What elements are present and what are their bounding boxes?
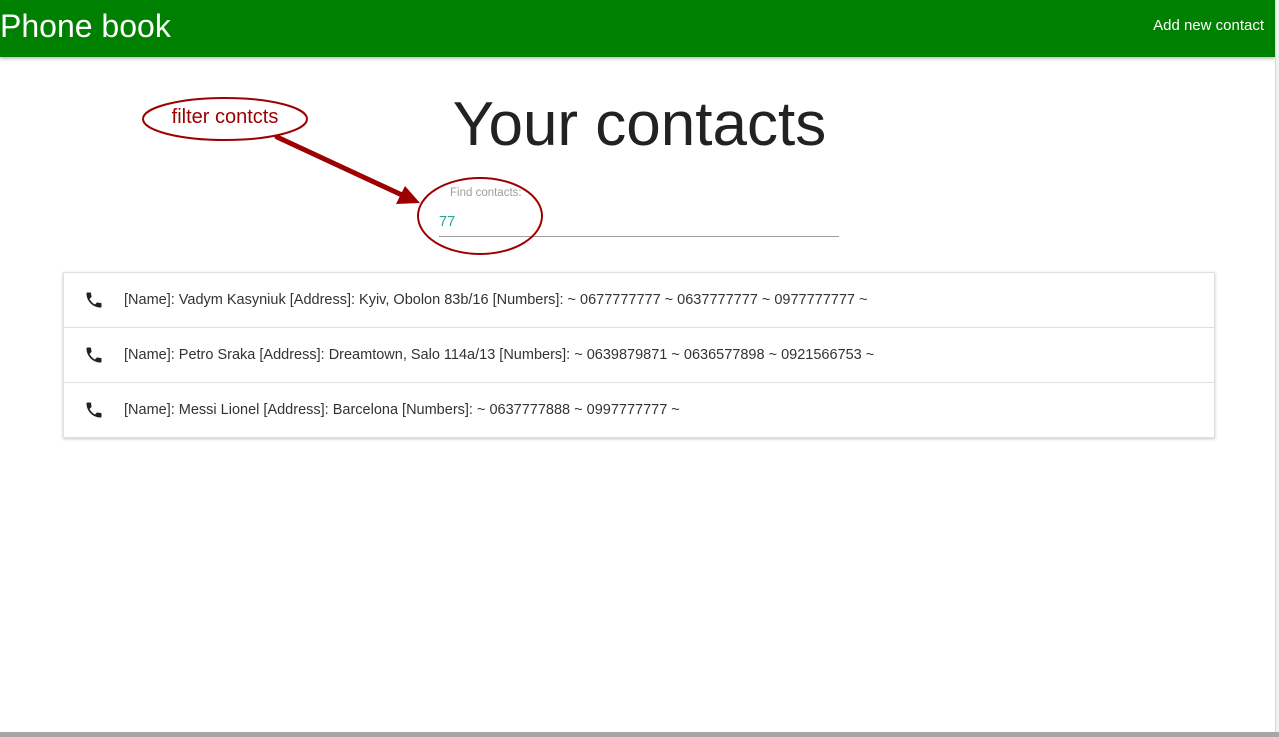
annotation-arrow-head: [396, 186, 420, 204]
page-title: Your contacts: [452, 90, 827, 159]
contact-text: [Name]: Petro Sraka [Address]: Dreamtown…: [124, 347, 875, 363]
add-new-contact-link[interactable]: Add new contact: [1153, 16, 1264, 36]
search-field: Find contacts:: [439, 180, 839, 245]
search-input[interactable]: [439, 208, 839, 237]
phone-icon: [86, 402, 102, 418]
phone-icon: [86, 347, 102, 363]
page: Phone book Add new contact Your contacts…: [0, 0, 1279, 737]
contact-text: [Name]: Vadym Kasyniuk [Address]: Kyiv, …: [124, 292, 868, 308]
bottom-edge: [0, 732, 1279, 737]
contact-item[interactable]: [Name]: Vadym Kasyniuk [Address]: Kyiv, …: [64, 273, 1214, 328]
phone-icon: [86, 292, 102, 308]
contact-item[interactable]: [Name]: Messi Lionel [Address]: Barcelon…: [64, 383, 1214, 437]
contact-text: [Name]: Messi Lionel [Address]: Barcelon…: [124, 402, 680, 418]
brand-logo[interactable]: Phone book: [0, 6, 171, 46]
scrollbar[interactable]: [1275, 0, 1279, 737]
contacts-list: [Name]: Vadym Kasyniuk [Address]: Kyiv, …: [63, 272, 1215, 438]
contact-item[interactable]: [Name]: Petro Sraka [Address]: Dreamtown…: [64, 328, 1214, 383]
navbar: Phone book Add new contact: [0, 0, 1275, 57]
search-label: Find contacts:: [450, 187, 522, 199]
